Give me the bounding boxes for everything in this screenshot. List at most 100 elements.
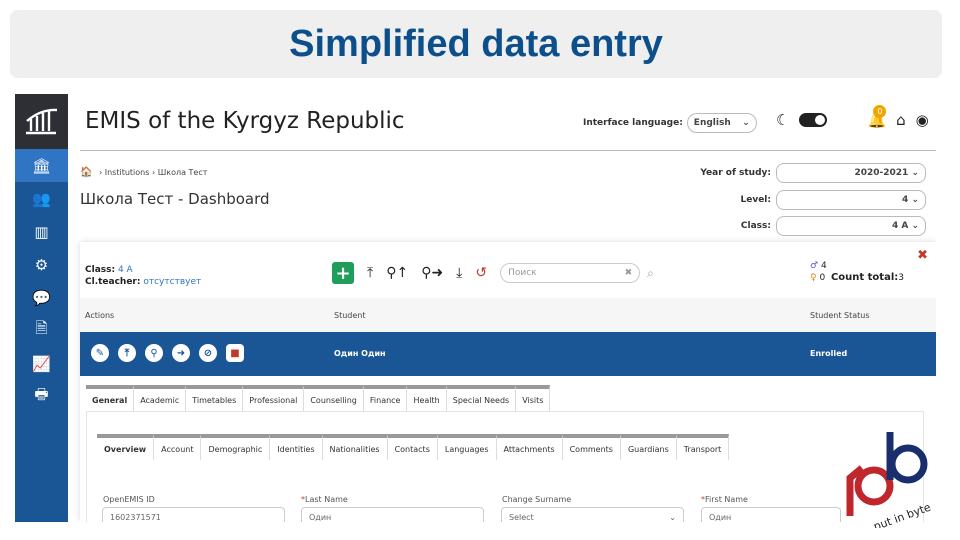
tab-health[interactable]: Health — [407, 385, 447, 411]
tab-comments[interactable]: Comments — [562, 434, 621, 460]
sidebar-item-print[interactable]: 🖶 — [15, 380, 68, 413]
sidebar-item-users[interactable]: 👥 — [15, 182, 68, 215]
user-icon[interactable]: ◉ — [916, 111, 929, 129]
transfer-user-icon[interactable]: ⚲➜ — [421, 265, 443, 281]
breadcrumb: 🏠 › Institutions › Школа Тест — [80, 167, 208, 178]
watermark-text: put in byte — [872, 501, 933, 528]
search-icon[interactable]: ⌕ — [647, 266, 654, 281]
student-counts: ♂ 4 ♀ 0 Count total:3 — [810, 261, 904, 283]
last-name-field[interactable]: Один — [301, 507, 484, 522]
male-icon: ♂ — [810, 261, 819, 271]
upload-icon[interactable]: ⤒ — [118, 344, 136, 362]
remove-user-icon[interactable]: ⊘ — [199, 344, 217, 362]
document-icon: 🗎 — [35, 319, 48, 337]
tab-demographic[interactable]: Demographic — [201, 434, 271, 460]
upload-icon[interactable]: ⤒ — [367, 265, 373, 281]
bar-chart-icon: ▥ — [34, 222, 49, 241]
tab-timetables[interactable]: Timetables — [186, 385, 244, 411]
openemis-field[interactable]: 1602371571 — [102, 507, 285, 522]
header-divider — [80, 150, 936, 151]
tab-identities[interactable]: Identities — [270, 434, 323, 460]
transfer-user-icon[interactable]: ➜ — [172, 344, 190, 362]
close-icon[interactable]: ✖ — [917, 248, 928, 263]
openemis-label: OpenEMIS ID — [103, 495, 155, 504]
tab-attachments[interactable]: Attachments — [496, 434, 563, 460]
theme-toggle[interactable] — [799, 113, 828, 127]
download-icon[interactable]: ⤓ — [456, 265, 462, 281]
tab-guardians[interactable]: Guardians — [620, 434, 677, 460]
clear-icon[interactable]: ✖ — [625, 268, 633, 278]
sidebar-item-documents[interactable]: 🗎 — [15, 314, 68, 347]
comments-icon: 💬 — [32, 288, 51, 307]
promote-user-icon[interactable]: ⚲ — [145, 344, 163, 362]
print-icon: 🖶 — [34, 385, 49, 403]
banner: Simplified data entry — [10, 10, 942, 78]
language-label: Interface language: — [583, 118, 683, 128]
sub-tabs: Overview Account Demographic Identities … — [97, 434, 730, 460]
sidebar-item-institutions[interactable]: 🏛 — [15, 149, 68, 182]
tab-transport[interactable]: Transport — [676, 434, 730, 460]
emis-logo — [15, 94, 68, 149]
class-filter: Class: 4 A ⌄ — [741, 216, 926, 236]
language-selector: Interface language: English ⌄ — [583, 113, 757, 133]
promote-user-icon[interactable]: ⚲↑ — [386, 265, 408, 281]
edit-icon[interactable]: ✎ — [91, 344, 109, 362]
breadcrumb-school[interactable]: Школа Тест — [158, 168, 208, 177]
sidebar-item-messages[interactable]: 💬 — [15, 281, 68, 314]
sidebar-item-settings[interactable]: ⚙ — [15, 248, 68, 281]
class-select[interactable]: 4 A ⌄ — [776, 216, 926, 236]
line-chart-icon: 📈 — [32, 354, 51, 373]
table-row[interactable]: ✎ ⤒ ⚲ ➜ ⊘ ■ Один Один Enrolled — [80, 332, 936, 376]
tab-nationalities[interactable]: Nationalities — [322, 434, 388, 460]
first-name-label: *First Name — [701, 495, 748, 504]
change-surname-select[interactable]: Select ⌄ — [501, 507, 684, 522]
sidebar-item-analytics[interactable]: 📈 — [15, 347, 68, 380]
delete-icon[interactable]: ■ — [226, 344, 244, 362]
tab-languages[interactable]: Languages — [437, 434, 497, 460]
change-surname-label: Change Surname — [502, 495, 572, 504]
putinbyte-logo: put in byte — [842, 428, 940, 533]
student-name: Один Один — [334, 349, 386, 358]
sidebar: 🏛 👥 ▥ ⚙ 💬 🗎 📈 🖶 — [15, 94, 68, 522]
banner-title: Simplified data entry — [289, 22, 663, 65]
tab-finance[interactable]: Finance — [363, 385, 408, 411]
chevron-down-icon: ⌄ — [669, 513, 676, 522]
tab-professional[interactable]: Professional — [243, 385, 305, 411]
main-tabs: General Academic Timetables Professional… — [86, 385, 551, 411]
tab-general[interactable]: General — [86, 385, 135, 411]
tab-special-needs[interactable]: Special Needs — [446, 385, 517, 411]
tab-visits[interactable]: Visits — [516, 385, 551, 411]
level-filter: Level: 4 ⌄ — [741, 190, 926, 210]
add-student-button[interactable]: + — [332, 262, 354, 284]
row-actions: ✎ ⤒ ⚲ ➜ ⊘ ■ — [91, 344, 244, 362]
tab-counselling[interactable]: Counselling — [304, 385, 364, 411]
class-panel-header: Class: 4 A Cl.teacher: отсутствует + ⤒ ⚲… — [80, 242, 936, 298]
tab-account[interactable]: Account — [154, 434, 202, 460]
tab-academic[interactable]: Academic — [134, 385, 187, 411]
app-window: 🏛 👥 ▥ ⚙ 💬 🗎 📈 🖶 EMIS of the Kyrgyz Repub… — [15, 94, 936, 522]
theme-icon: ☾ — [776, 111, 790, 129]
column-status: Student Status — [810, 311, 870, 320]
year-filter: Year of study: 2020-2021 ⌄ — [700, 163, 926, 183]
level-select[interactable]: 4 ⌄ — [776, 190, 926, 210]
year-select[interactable]: 2020-2021 ⌄ — [776, 163, 926, 183]
tab-overview[interactable]: Overview — [97, 434, 155, 460]
first-name-field[interactable]: Один — [701, 507, 841, 522]
notifications-button[interactable]: 🔔 0 — [867, 105, 887, 129]
home-icon[interactable]: ⌂ — [896, 111, 906, 129]
page-title: Школа Тест - Dashboard — [80, 190, 270, 208]
search-input[interactable]: Поиск ✖ — [500, 263, 641, 283]
class-info: Class: 4 A Cl.teacher: отсутствует — [85, 265, 202, 287]
home-icon[interactable]: 🏠 — [80, 167, 92, 178]
language-select[interactable]: English ⌄ — [686, 113, 757, 133]
sidebar-item-reports[interactable]: ▥ — [15, 215, 68, 248]
female-icon: ♀ — [810, 273, 817, 283]
column-student: Student — [334, 311, 366, 320]
gears-icon: ⚙ — [34, 255, 49, 274]
history-icon[interactable]: ↺ — [475, 265, 487, 281]
main-area: EMIS of the Kyrgyz Republic Interface la… — [68, 94, 936, 522]
toolbar: + ⤒ ⚲↑ ⚲➜ ⤓ ↺ Поиск ✖ ⌕ — [332, 262, 654, 284]
student-status: Enrolled — [810, 349, 848, 358]
tab-contacts[interactable]: Contacts — [387, 434, 438, 460]
breadcrumb-institutions[interactable]: Institutions — [105, 168, 150, 177]
